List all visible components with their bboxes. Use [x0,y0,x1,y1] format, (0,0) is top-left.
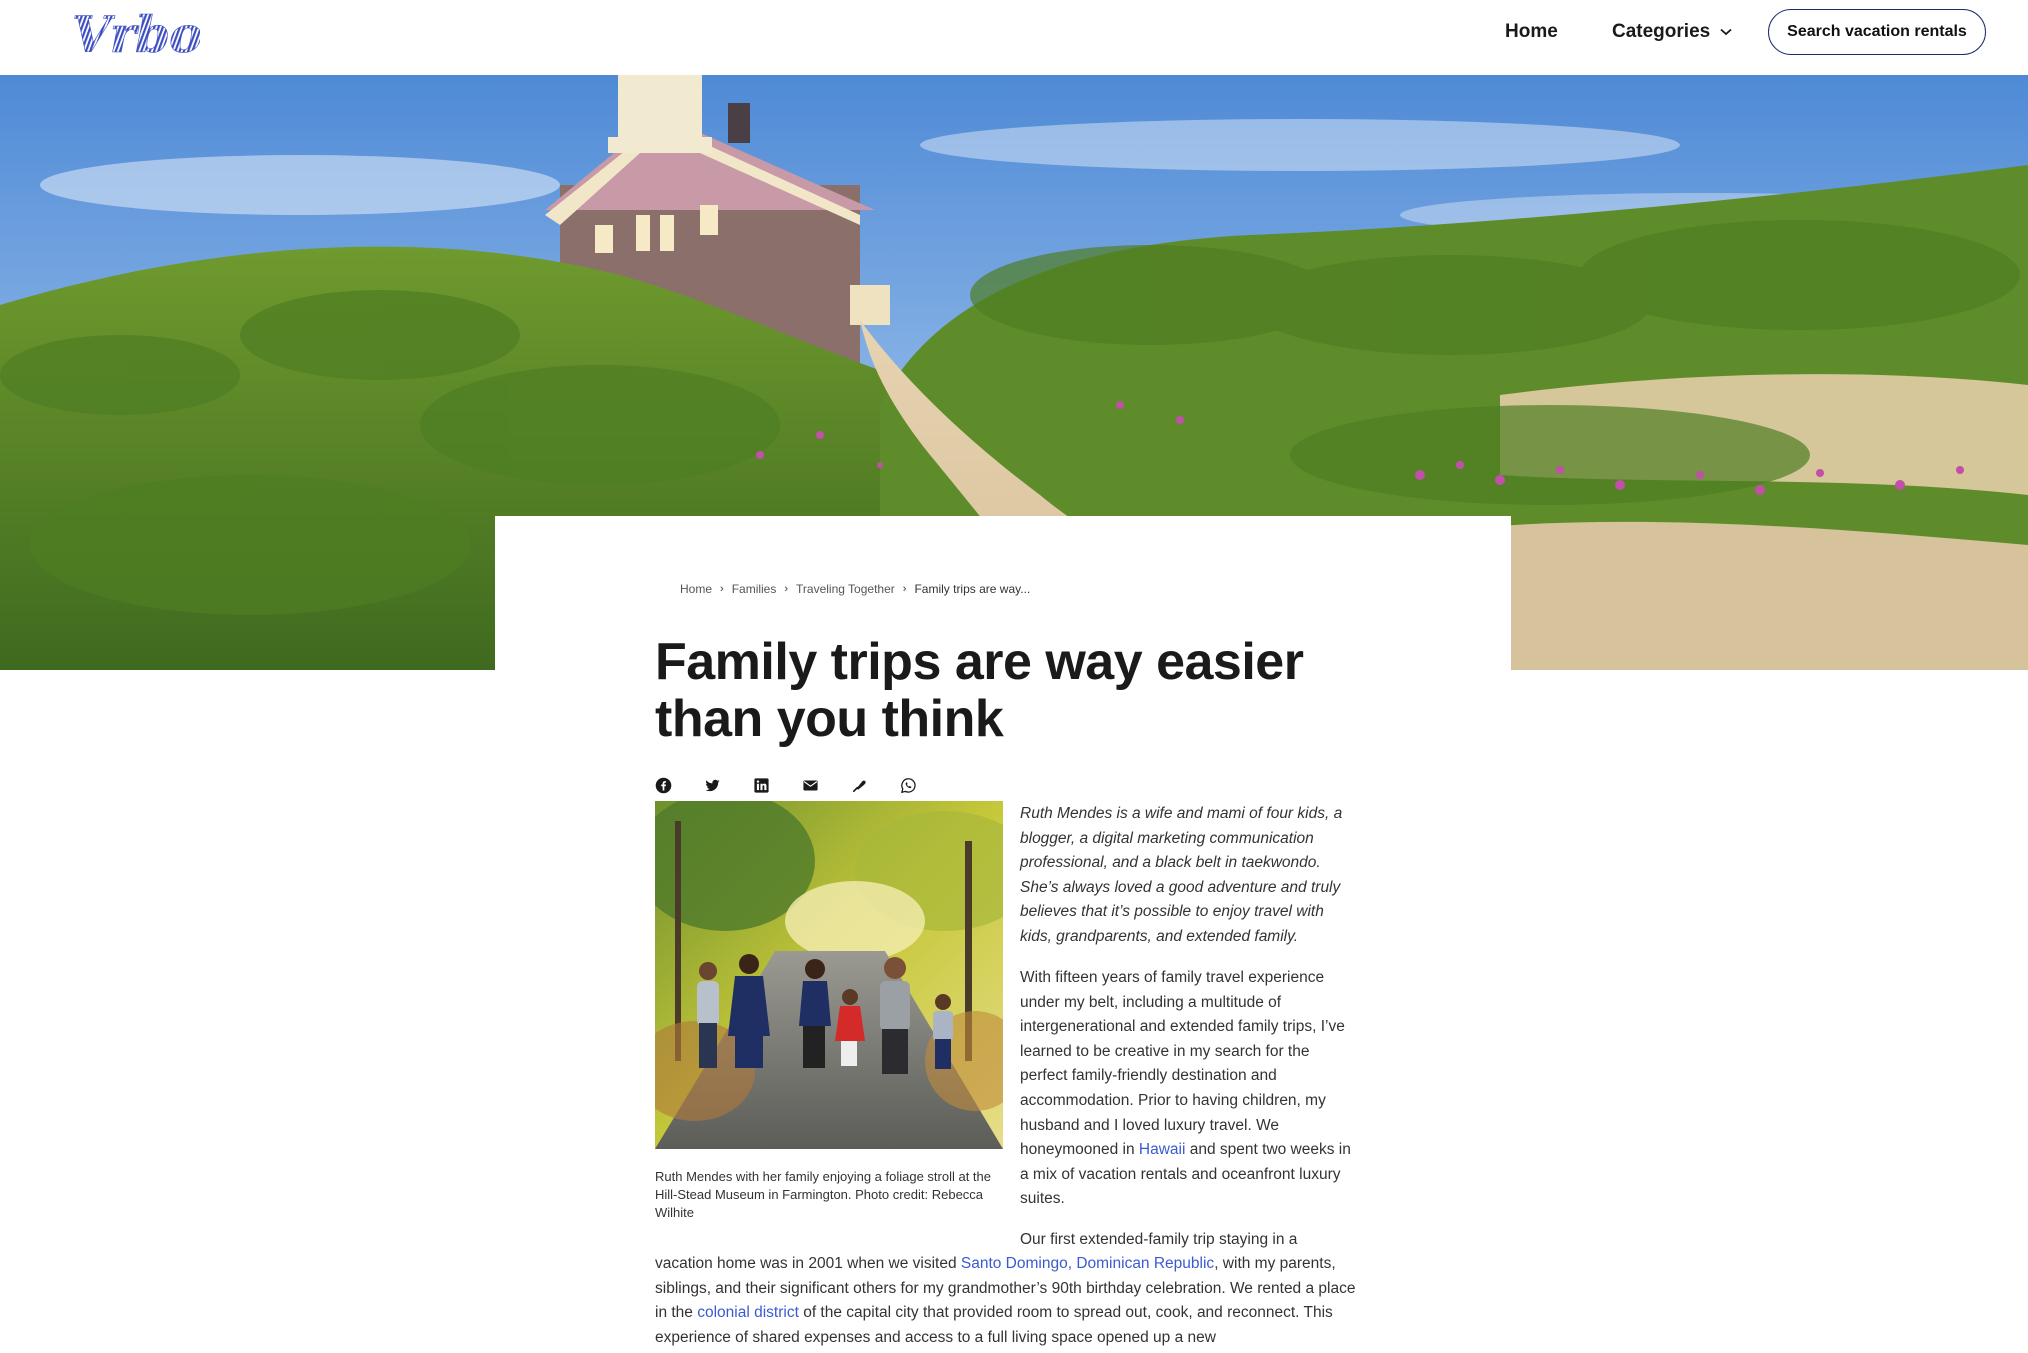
whatsapp-icon[interactable] [900,777,917,794]
search-vacation-rentals-button[interactable]: Search vacation rentals [1768,9,1986,55]
chevron-right-icon: › [784,583,789,595]
hawaii-link[interactable]: Hawaii [1139,1141,1186,1158]
breadcrumb: Home › Families › Traveling Together › F… [680,582,1030,596]
link-icon[interactable] [851,777,868,794]
author-intro: Ruth Mendes is a wife and mami of four k… [1020,805,1343,945]
page-title: Family trips are way easier than you thi… [655,633,1304,748]
email-icon[interactable] [802,777,819,794]
breadcrumb-current: Family trips are way... [914,582,1031,596]
nav-home-link[interactable]: Home [1505,21,1558,43]
chevron-right-icon: › [902,583,907,595]
vrbo-logo-mark: Vrbo [72,10,200,60]
twitter-icon[interactable] [704,777,721,794]
paragraph-1: With fifteen years of family travel expe… [1020,966,1358,1212]
site-header: Vrbo Home Categories Search vacation ren… [0,0,2028,75]
family-photo [655,801,1003,1149]
photo-caption: Ruth Mendes with her family enjoying a f… [655,1169,992,1220]
santo-domingo-link[interactable]: Santo Domingo, Dominican Republic [961,1255,1214,1272]
breadcrumb-home[interactable]: Home [680,582,712,596]
linkedin-icon[interactable] [753,777,770,794]
breadcrumb-families[interactable]: Families [732,582,777,596]
chevron-down-icon [1720,28,1732,36]
chevron-right-icon: › [720,583,724,595]
colonial-district-link[interactable]: colonial district [697,1304,799,1321]
share-bar [655,777,917,794]
svg-text:Vrbo: Vrbo [72,10,200,60]
nav-categories-label: Categories [1612,21,1711,42]
paragraph-1-text-start: With fifteen years of family travel expe… [1020,969,1345,1159]
paragraph-2: vacation home was in 2001 when we visite… [655,1252,1358,1350]
breadcrumb-traveling-together[interactable]: Traveling Together [796,582,895,596]
nav-categories-menu[interactable]: Categories [1612,21,1732,43]
paragraph-2-text-start: vacation home was in 2001 when we visite… [655,1255,961,1272]
paragraph-2-first-line: Our first extended-family trip staying i… [1020,1231,1298,1248]
facebook-icon[interactable] [655,777,672,794]
